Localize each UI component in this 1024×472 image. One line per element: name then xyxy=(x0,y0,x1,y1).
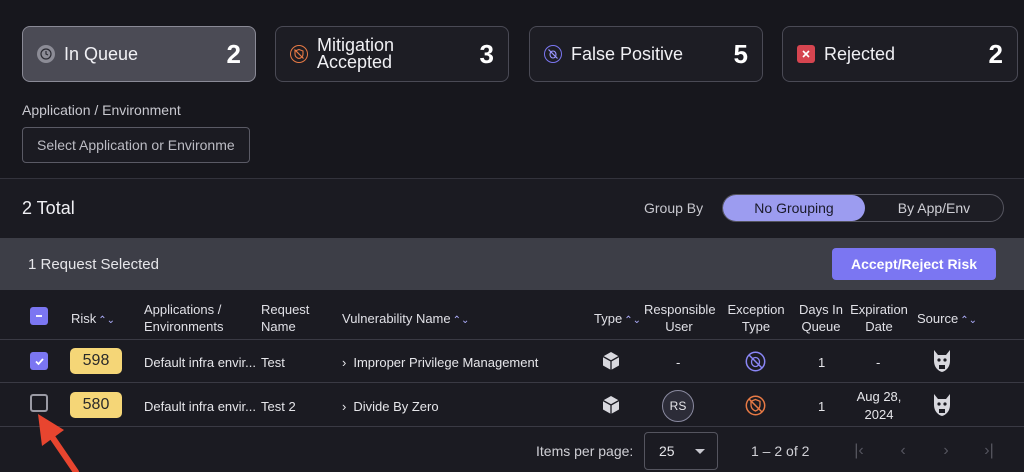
days-in-queue-cell: 1 xyxy=(818,355,826,370)
request-name-cell: Test xyxy=(261,355,285,370)
table-row[interactable]: 598 Default infra envir... Test › Imprope… xyxy=(0,340,1024,383)
status-card-label: Rejected xyxy=(824,43,896,64)
group-by-toggle: No Grouping By App/Env xyxy=(722,194,1004,222)
status-card-label: False Positive xyxy=(571,43,684,64)
selection-count: 1 Request Selected xyxy=(28,256,159,273)
cube-icon xyxy=(600,350,622,375)
column-exception-type: Exception Type xyxy=(727,302,785,334)
column-expiration-date: Expiration Date xyxy=(850,302,908,334)
group-by-label: Group By xyxy=(644,200,704,216)
risk-score-badge: 598 xyxy=(70,348,122,374)
sort-icon: ⌃⌄ xyxy=(960,315,977,326)
next-page-icon[interactable]: › xyxy=(935,440,957,462)
column-request-name: Request Name xyxy=(261,302,310,334)
mascot-icon xyxy=(931,348,953,377)
chevron-right-icon[interactable]: › xyxy=(342,355,346,370)
select-all-checkbox[interactable] xyxy=(30,307,48,325)
row-checkbox[interactable] xyxy=(30,352,48,370)
column-days-in-queue: Days In Queue xyxy=(798,302,844,334)
status-card-false-positive[interactable]: False Positive 5 xyxy=(529,26,763,82)
status-card-count: 2 xyxy=(226,38,241,69)
status-card-label: In Queue xyxy=(64,43,139,64)
status-card-rejected[interactable]: Rejected 2 xyxy=(782,26,1018,82)
filter-label: Application / Environment xyxy=(22,102,181,118)
column-risk[interactable]: Risk ⌃⌄ xyxy=(71,310,115,329)
items-per-page-label: Items per page: xyxy=(536,443,634,459)
responsible-user-cell: - xyxy=(676,355,681,370)
sort-icon: ⌃⌄ xyxy=(624,315,641,326)
x-square-icon xyxy=(797,45,815,63)
group-option-by-app-env[interactable]: By App/Env xyxy=(865,195,1003,221)
shield-slash-icon xyxy=(745,395,766,419)
vulnerability-cell[interactable]: › Divide By Zero xyxy=(342,399,439,414)
expiration-date-cell: - xyxy=(876,355,881,370)
status-card-count: 2 xyxy=(988,38,1003,69)
clock-icon xyxy=(37,45,55,63)
avatar[interactable]: RS xyxy=(662,390,694,422)
days-in-queue-cell: 1 xyxy=(818,399,826,414)
chevron-right-icon[interactable]: › xyxy=(342,399,346,414)
shield-slash-icon xyxy=(290,45,308,63)
divider xyxy=(0,178,1024,179)
group-option-no-grouping[interactable]: No Grouping xyxy=(723,195,865,221)
vulnerability-cell[interactable]: › Improper Privilege Management xyxy=(342,355,538,370)
last-page-icon[interactable]: ›| xyxy=(978,440,1000,462)
sort-icon: ⌃⌄ xyxy=(98,315,116,326)
mascot-icon xyxy=(931,392,953,421)
status-card-in-queue[interactable]: In Queue 2 xyxy=(22,26,256,82)
risk-score-badge: 580 xyxy=(70,392,122,418)
app-env-cell: Default infra envir... xyxy=(144,355,256,370)
column-vulnerability-name[interactable]: Vulnerability Name ⌃⌄ xyxy=(342,310,469,329)
sort-icon: ⌃⌄ xyxy=(452,315,470,326)
column-type[interactable]: Type ⌃⌄ xyxy=(594,310,641,329)
column-responsible-user: Responsible User xyxy=(644,302,716,334)
bug-slash-icon xyxy=(745,351,766,375)
items-per-page-select[interactable]: 25 xyxy=(644,432,718,470)
pagination-range: 1 – 2 of 2 xyxy=(751,443,810,459)
column-applications: Applications / Environments xyxy=(144,302,224,334)
bug-slash-icon xyxy=(544,45,562,63)
first-page-icon[interactable]: |‹ xyxy=(848,440,870,462)
row-checkbox[interactable] xyxy=(30,394,48,412)
app-env-cell: Default infra envir... xyxy=(144,399,256,414)
status-card-count: 3 xyxy=(479,38,494,69)
expiration-date-cell: Aug 28, 2024 xyxy=(856,389,902,422)
status-card-count: 5 xyxy=(733,38,748,69)
total-count: 2 Total xyxy=(22,198,75,218)
column-source[interactable]: Source ⌃⌄ xyxy=(917,310,977,329)
table-header: Risk ⌃⌄ Applications / Environments Reques… xyxy=(0,290,1024,340)
table-row[interactable]: 580 Default infra envir... Test 2 › Divid… xyxy=(0,384,1024,427)
status-card-mitigation-accepted[interactable]: Mitigation Accepted 3 xyxy=(275,26,509,82)
app-env-select-input[interactable] xyxy=(22,127,250,163)
previous-page-icon[interactable]: ‹ xyxy=(892,440,914,462)
caret-down-icon xyxy=(695,449,705,454)
cube-icon xyxy=(600,394,622,419)
accept-reject-risk-button[interactable]: Accept/Reject Risk xyxy=(832,248,996,280)
status-card-label: Mitigation Accepted xyxy=(317,35,395,72)
request-name-cell: Test 2 xyxy=(261,399,296,414)
